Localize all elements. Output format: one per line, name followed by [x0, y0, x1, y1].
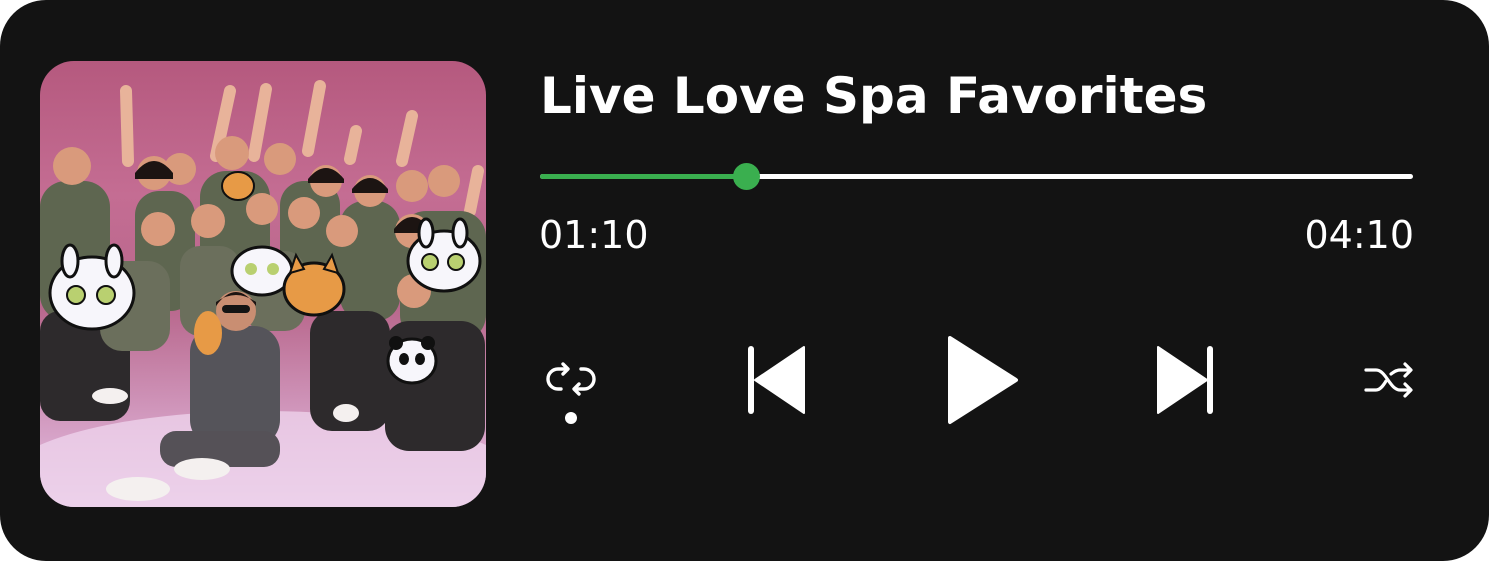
track-title: Live Love Spa Favorites — [540, 67, 1208, 125]
repeat-active-dot — [565, 412, 577, 424]
previous-track-button[interactable] — [744, 343, 808, 417]
elapsed-time: 01:10 — [539, 213, 649, 257]
shuffle-button[interactable] — [1362, 358, 1416, 402]
repeat-button[interactable] — [543, 360, 599, 426]
next-track-button[interactable] — [1153, 343, 1217, 417]
skip-previous-icon — [748, 346, 805, 414]
repeat-icon — [546, 362, 596, 424]
group-photo-illustration — [40, 80, 486, 507]
total-duration: 04:10 — [1304, 213, 1414, 257]
progress-fill — [540, 174, 747, 179]
shuffle-icon — [1364, 362, 1413, 398]
play-button[interactable] — [944, 334, 1022, 426]
album-art-image — [40, 61, 486, 507]
progress-handle[interactable] — [733, 163, 761, 190]
music-player-card: Live Love Spa Favorites 01:10 04:10 — [0, 0, 1489, 561]
skip-next-icon — [1157, 346, 1213, 414]
play-icon — [948, 336, 1018, 424]
progress-slider[interactable] — [540, 163, 1413, 190]
